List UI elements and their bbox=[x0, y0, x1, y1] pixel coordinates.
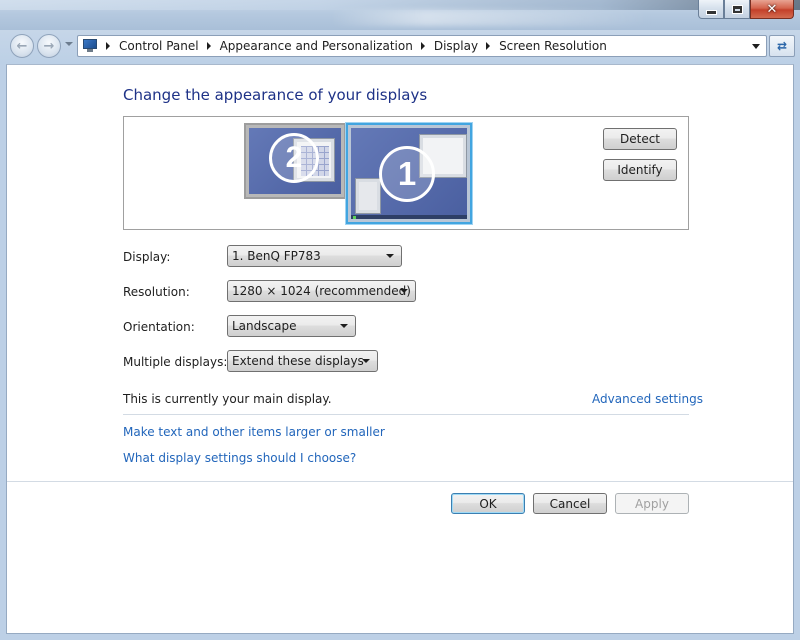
orientation-label: Orientation: bbox=[123, 320, 195, 334]
orientation-select[interactable]: Landscape bbox=[227, 315, 356, 337]
multiple-displays-select-value: Extend these displays bbox=[232, 354, 364, 368]
forward-button[interactable]: → bbox=[37, 34, 61, 58]
window-titlebar[interactable]: ✕ bbox=[0, 0, 800, 30]
close-button[interactable]: ✕ bbox=[750, 0, 794, 19]
monitor-2-screen: 2 bbox=[249, 128, 341, 194]
breadcrumb-separator-icon[interactable] bbox=[486, 42, 491, 50]
titlebar-glow bbox=[0, 0, 800, 10]
caption-buttons: ✕ bbox=[698, 0, 794, 20]
monitor-1-taskbar bbox=[351, 215, 467, 219]
maximize-button[interactable] bbox=[724, 0, 750, 19]
main-display-status: This is currently your main display. bbox=[123, 392, 332, 406]
breadcrumb-separator-icon[interactable] bbox=[420, 42, 425, 50]
refresh-icon: ⇄ bbox=[776, 39, 788, 53]
monitor-1-startmenu-icon bbox=[355, 178, 381, 214]
maximize-icon bbox=[731, 4, 743, 14]
monitor-1-screen: 1 bbox=[351, 128, 467, 219]
resolution-select[interactable]: 1280 × 1024 (recommended) bbox=[227, 280, 416, 302]
breadcrumb-separator-icon[interactable] bbox=[206, 42, 211, 50]
chevron-down-icon bbox=[340, 324, 348, 328]
titlebar-blur bbox=[330, 10, 650, 26]
minimize-icon bbox=[705, 9, 717, 15]
monitor-2[interactable]: 2 bbox=[244, 123, 346, 199]
forward-arrow-icon: → bbox=[43, 38, 55, 54]
multiple-displays-label: Multiple displays: bbox=[123, 355, 228, 369]
control-panel-icon bbox=[82, 39, 98, 53]
window-frame-right bbox=[794, 64, 800, 640]
detect-button-label: Detect bbox=[619, 132, 660, 146]
recent-pages-dropdown[interactable] bbox=[65, 42, 73, 46]
detect-button[interactable]: Detect bbox=[603, 128, 677, 150]
display-help-link[interactable]: What display settings should I choose? bbox=[123, 451, 356, 465]
breadcrumb-separator-icon[interactable] bbox=[106, 42, 110, 50]
cancel-button-label: Cancel bbox=[549, 496, 591, 511]
display-select-value: 1. BenQ FP783 bbox=[232, 249, 321, 263]
back-arrow-icon: ← bbox=[16, 38, 28, 54]
advanced-settings-link[interactable]: Advanced settings bbox=[592, 392, 703, 406]
monitor-1[interactable]: 1 bbox=[346, 123, 472, 224]
resolution-label: Resolution: bbox=[123, 285, 190, 299]
identify-button-label: Identify bbox=[617, 163, 663, 177]
address-dropdown-icon[interactable] bbox=[752, 44, 760, 49]
orientation-select-value: Landscape bbox=[232, 319, 297, 333]
window-frame-bottom bbox=[0, 634, 800, 640]
breadcrumb-control-panel[interactable]: Control Panel bbox=[119, 39, 199, 53]
navigation-bar: ← → Control Panel Appearance and Persona… bbox=[0, 30, 800, 64]
apply-button[interactable]: Apply bbox=[615, 493, 689, 514]
resolution-select-value: 1280 × 1024 (recommended) bbox=[232, 284, 411, 298]
multiple-displays-select[interactable]: Extend these displays bbox=[227, 350, 378, 372]
refresh-button[interactable]: ⇄ bbox=[769, 35, 795, 57]
back-button[interactable]: ← bbox=[10, 34, 34, 58]
chevron-down-icon bbox=[362, 359, 370, 363]
display-select[interactable]: 1. BenQ FP783 bbox=[227, 245, 402, 267]
footer-divider bbox=[7, 481, 793, 482]
minimize-button[interactable] bbox=[698, 0, 724, 19]
breadcrumb-appearance[interactable]: Appearance and Personalization bbox=[220, 39, 413, 53]
display-label: Display: bbox=[123, 250, 171, 264]
text-size-link[interactable]: Make text and other items larger or smal… bbox=[123, 425, 385, 439]
cancel-button[interactable]: Cancel bbox=[533, 493, 607, 514]
chevron-down-icon bbox=[400, 289, 408, 293]
identify-button[interactable]: Identify bbox=[603, 159, 677, 181]
monitor-2-number: 2 bbox=[269, 133, 319, 183]
apply-button-label: Apply bbox=[635, 496, 669, 511]
divider bbox=[123, 414, 689, 415]
breadcrumb-display[interactable]: Display bbox=[434, 39, 478, 53]
close-icon: ✕ bbox=[766, 1, 778, 17]
page-title: Change the appearance of your displays bbox=[123, 86, 428, 104]
ok-button-label: OK bbox=[479, 496, 497, 511]
breadcrumb-screen-resolution[interactable]: Screen Resolution bbox=[499, 39, 607, 53]
chevron-down-icon bbox=[386, 254, 394, 258]
address-bar[interactable]: Control Panel Appearance and Personaliza… bbox=[77, 35, 767, 57]
ok-button[interactable]: OK bbox=[451, 493, 525, 514]
monitor-1-number: 1 bbox=[379, 146, 435, 202]
